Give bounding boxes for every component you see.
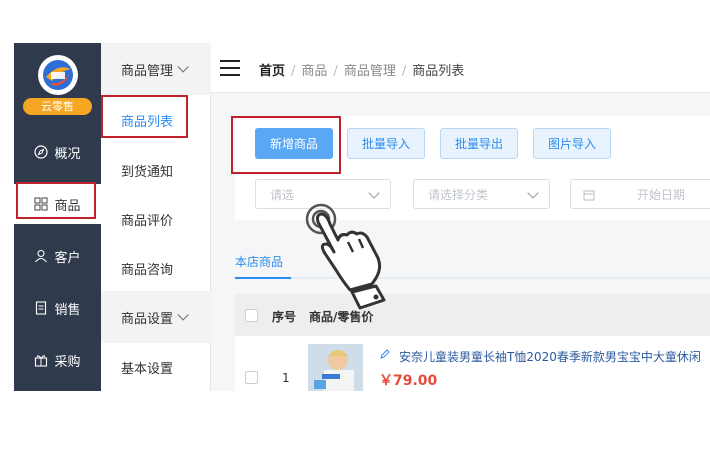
- document-icon: [36, 301, 47, 315]
- chevron-down-icon: [368, 187, 380, 199]
- batch-import-button[interactable]: 批量导入: [347, 128, 425, 159]
- row-checkbox[interactable]: [245, 371, 258, 384]
- product-name[interactable]: 安奈儿童装男童长袖T恤2020春季新款男宝宝中大童休闲: [399, 348, 701, 365]
- submenu-group-label: 商品设置: [121, 311, 174, 327]
- category-select-placeholder: 请选择分类: [428, 187, 489, 202]
- submenu-item-inquiries[interactable]: 商品咨询: [121, 259, 173, 278]
- submenu-item-basic-settings[interactable]: 基本设置: [121, 358, 173, 377]
- breadcrumb: 首页 / 商品 / 商品管理 / 商品列表: [259, 60, 464, 79]
- product-image: [308, 344, 363, 391]
- chevron-down-icon: [177, 61, 189, 73]
- nav-item-overview[interactable]: 概况: [14, 132, 101, 172]
- breadcrumb-products[interactable]: 商品: [301, 64, 327, 79]
- calendar-icon: [583, 190, 595, 201]
- brand-badge: 云零售: [23, 98, 92, 115]
- highlight-box-add-product: [231, 116, 341, 174]
- submenu-group-product-management[interactable]: 商品管理: [101, 43, 211, 95]
- nav-label: 概况: [54, 146, 81, 162]
- table-row[interactable]: 1 安奈儿童装男童长袖T恤2020春季新款男宝宝中大童休闲 ￥79.00: [235, 336, 710, 391]
- edit-icon[interactable]: [379, 348, 391, 360]
- user-icon: [35, 249, 48, 263]
- brand-select-placeholder: 请选: [270, 187, 295, 202]
- select-all-checkbox[interactable]: [245, 309, 258, 322]
- nav-label: 客户: [54, 250, 81, 266]
- tab-store-products[interactable]: 本店商品: [235, 253, 283, 270]
- nav-item-sales[interactable]: 销售: [14, 288, 101, 328]
- nav-item-customers[interactable]: 客户: [14, 236, 101, 276]
- column-index: 序号: [272, 310, 297, 324]
- chevron-down-icon: [527, 187, 539, 199]
- app-frame: 云零售 概况 商品 客户 销售 采购 商品管理 商品列表 到货通知 商品评价 商…: [14, 43, 710, 391]
- row-index: 1: [282, 371, 290, 385]
- start-date-placeholder: 开始日期: [637, 187, 686, 202]
- image-import-button[interactable]: 图片导入: [533, 128, 611, 159]
- logo: [38, 55, 78, 95]
- compass-icon: [34, 145, 49, 159]
- top-bar: 首页 / 商品 / 商品管理 / 商品列表: [211, 43, 710, 93]
- chevron-down-icon: [177, 309, 189, 321]
- nav-label: 销售: [54, 302, 81, 318]
- submenu-group-product-settings[interactable]: 商品设置: [101, 291, 211, 343]
- logo-icon: [43, 60, 73, 90]
- start-date-input[interactable]: 开始日期: [570, 179, 710, 209]
- gift-icon: [35, 355, 48, 367]
- submenu-item-arrival-notice[interactable]: 到货通知: [121, 161, 173, 180]
- breadcrumb-home[interactable]: 首页: [259, 64, 285, 79]
- product-price: ￥79.00: [379, 373, 438, 389]
- breadcrumb-product-management[interactable]: 商品管理: [344, 64, 396, 79]
- category-select[interactable]: 请选择分类: [413, 179, 550, 209]
- submenu-item-reviews[interactable]: 商品评价: [121, 210, 173, 229]
- highlight-box-products: [16, 182, 96, 219]
- breadcrumb-separator: /: [401, 64, 407, 79]
- submenu-group-label: 商品管理: [121, 63, 174, 79]
- breadcrumb-product-list: 商品列表: [412, 64, 465, 79]
- nav-label: 采购: [54, 354, 81, 370]
- menu-icon[interactable]: [220, 60, 240, 76]
- batch-export-button[interactable]: 批量导出: [440, 128, 518, 159]
- breadcrumb-separator: /: [333, 64, 338, 79]
- product-thumbnail[interactable]: [308, 344, 363, 391]
- nav-item-purchasing[interactable]: 采购: [14, 340, 101, 380]
- breadcrumb-separator: /: [291, 64, 296, 79]
- pointer-hand-icon: [305, 203, 386, 310]
- main-content: 首页 / 商品 / 商品管理 / 商品列表 新增商品 批量导入 批量导出 图片导入 请选 请…: [211, 43, 710, 391]
- highlight-box-product-list: [101, 95, 188, 138]
